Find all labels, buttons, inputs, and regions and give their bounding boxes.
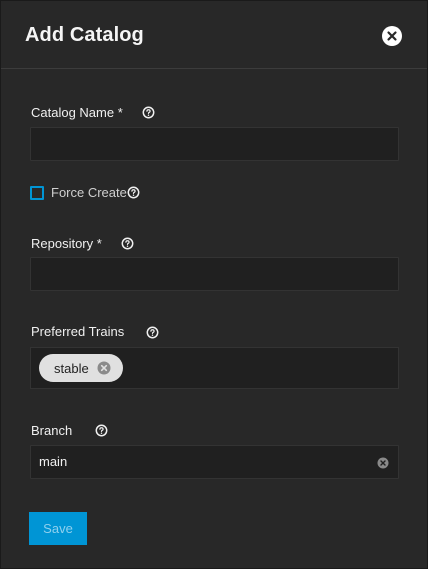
close-button[interactable] bbox=[382, 26, 402, 46]
help-icon[interactable] bbox=[146, 326, 159, 339]
dialog-title: Add Catalog bbox=[25, 24, 144, 46]
clear-icon[interactable] bbox=[377, 457, 389, 469]
help-icon[interactable] bbox=[95, 424, 108, 437]
catalog-name-input[interactable] bbox=[30, 127, 399, 161]
remove-chip-icon[interactable] bbox=[97, 361, 111, 375]
force-create-label: Force Create bbox=[51, 185, 127, 200]
force-create-checkbox[interactable] bbox=[30, 186, 44, 200]
repository-input[interactable] bbox=[30, 257, 399, 291]
branch-input[interactable]: main bbox=[30, 445, 399, 479]
save-button[interactable]: Save bbox=[29, 512, 87, 545]
train-chip-label: stable bbox=[54, 361, 89, 376]
branch-label: Branch bbox=[31, 423, 73, 438]
preferred-trains-label: Preferred Trains bbox=[31, 324, 125, 339]
dialog-header: Add Catalog bbox=[1, 1, 427, 69]
repository-label: Repository * bbox=[31, 236, 102, 251]
close-icon bbox=[387, 31, 397, 41]
train-chip: stable bbox=[39, 354, 123, 382]
add-catalog-dialog: Add Catalog Catalog Name * Force Create … bbox=[0, 0, 428, 569]
branch-value: main bbox=[39, 454, 68, 469]
help-icon[interactable] bbox=[127, 186, 140, 199]
help-icon[interactable] bbox=[121, 237, 134, 250]
help-icon[interactable] bbox=[142, 106, 155, 119]
preferred-trains-input[interactable]: stable bbox=[30, 347, 399, 389]
catalog-name-label: Catalog Name * bbox=[31, 105, 123, 120]
